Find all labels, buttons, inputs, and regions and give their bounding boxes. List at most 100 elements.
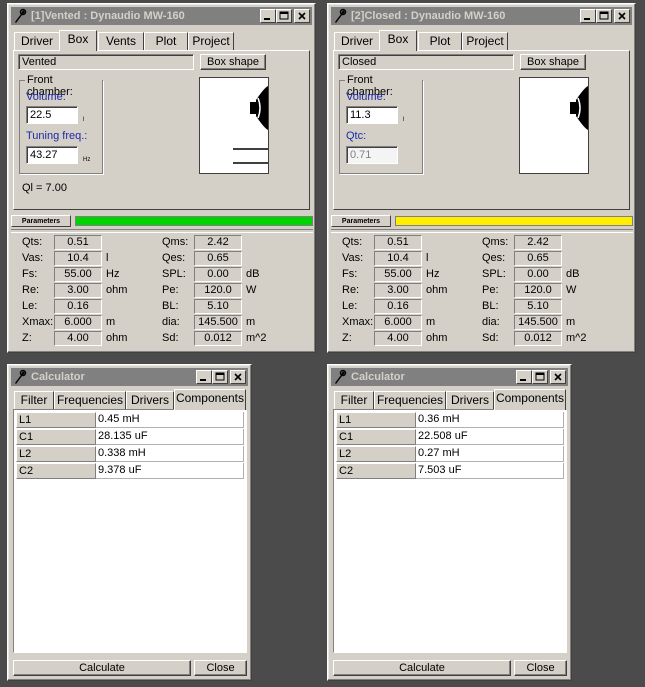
closed-box-window: [2]Closed : Dynaudio MW-160 Driver Box P… bbox=[327, 3, 636, 353]
param-label-bl: BL: bbox=[162, 300, 179, 312]
close-button[interactable] bbox=[614, 9, 630, 23]
component-row[interactable]: C1 22.508 uF bbox=[336, 429, 564, 446]
component-value: 22.508 uF bbox=[416, 429, 564, 445]
closed-box-diagram bbox=[570, 86, 588, 130]
param-value-xmax: 6.000 bbox=[54, 315, 102, 330]
param-unit-sd: m^2 bbox=[246, 332, 267, 344]
close-button[interactable] bbox=[230, 370, 246, 384]
param-unit-dia: m bbox=[246, 316, 256, 328]
component-row[interactable]: C2 9.378 uF bbox=[16, 463, 244, 480]
param-label-xmax: Xmax: bbox=[342, 316, 374, 328]
title-bar[interactable]: [1]Vented : Dynaudio MW-160 bbox=[11, 7, 312, 25]
tab-frequencies[interactable]: Frequencies bbox=[374, 391, 446, 409]
minimize-button[interactable] bbox=[260, 9, 276, 23]
window-title: [2]Closed : Dynaudio MW-160 bbox=[351, 10, 506, 22]
component-name: L2 bbox=[16, 446, 96, 462]
tab-driver[interactable]: Driver bbox=[334, 32, 380, 50]
parameters-tab[interactable]: Parameters bbox=[11, 215, 71, 227]
box-shape-button[interactable]: Box shape bbox=[520, 54, 586, 70]
maximize-button[interactable] bbox=[212, 370, 228, 384]
close-button[interactable] bbox=[550, 370, 566, 384]
divider bbox=[11, 229, 313, 233]
tab-frequencies[interactable]: Frequencies bbox=[54, 391, 126, 409]
tab-filter[interactable]: Filter bbox=[14, 391, 54, 409]
calculate-button[interactable]: Calculate bbox=[13, 660, 191, 676]
tab-plot[interactable]: Plot bbox=[418, 32, 462, 50]
tab-vents[interactable]: Vents bbox=[98, 32, 144, 50]
minimize-button[interactable] bbox=[196, 370, 212, 384]
param-value-qes: 0.65 bbox=[514, 251, 562, 266]
components-list[interactable]: L1 0.45 mH C1 28.135 uF L2 0.338 mH C2 9.378 uF bbox=[13, 409, 247, 653]
box-type-field[interactable]: Vented bbox=[18, 54, 194, 70]
maximize-button[interactable] bbox=[276, 9, 292, 23]
qtc-label: Qtc: bbox=[346, 130, 367, 142]
close-dialog-button[interactable]: Close bbox=[194, 660, 247, 676]
param-unit-pe: W bbox=[566, 284, 577, 296]
minimize-button[interactable] bbox=[516, 370, 532, 384]
title-bar[interactable]: [2]Closed : Dynaudio MW-160 bbox=[331, 7, 632, 25]
minimize-button[interactable] bbox=[580, 9, 596, 23]
tab-project[interactable]: Project bbox=[462, 32, 508, 50]
close-button[interactable] bbox=[294, 9, 310, 23]
tab-components[interactable]: Components bbox=[494, 389, 566, 410]
param-value-bl: 5.10 bbox=[514, 299, 562, 314]
param-label-pe: Pe: bbox=[482, 284, 499, 296]
volume-input[interactable]: 22.5 bbox=[26, 106, 78, 124]
param-label-qts: Qts: bbox=[342, 236, 363, 248]
title-bar[interactable]: Calculator bbox=[331, 368, 568, 386]
param-label-vas: Vas: bbox=[22, 252, 44, 264]
component-value: 7.503 uF bbox=[416, 463, 564, 479]
tab-project[interactable]: Project bbox=[188, 32, 234, 50]
tab-filter[interactable]: Filter bbox=[334, 391, 374, 409]
parameters-strip: Parameters bbox=[11, 215, 313, 227]
parameters-strip: Parameters bbox=[331, 215, 633, 227]
box-type-field[interactable]: Closed bbox=[338, 54, 514, 70]
volume-unit: l bbox=[403, 117, 405, 123]
tuning-freq-input[interactable]: 43.27 bbox=[26, 146, 78, 164]
volume-input[interactable]: 11.3 bbox=[346, 106, 398, 124]
components-list[interactable]: L1 0.36 mH C1 22.508 uF L2 0.27 mH C2 7.503 uF bbox=[333, 409, 567, 653]
component-row[interactable]: C1 28.135 uF bbox=[16, 429, 244, 446]
param-label-qts: Qts: bbox=[22, 236, 43, 248]
param-value-bl: 5.10 bbox=[194, 299, 242, 314]
param-value-dia: 145.500 bbox=[194, 315, 242, 330]
minimize-icon bbox=[264, 18, 270, 20]
param-label-re: Re: bbox=[22, 284, 40, 296]
minimize-icon bbox=[200, 379, 206, 381]
component-name: L1 bbox=[336, 412, 416, 428]
maximize-button[interactable] bbox=[532, 370, 548, 384]
progress-fill bbox=[396, 217, 632, 225]
title-bar[interactable]: Calculator bbox=[11, 368, 248, 386]
param-unit-z: ohm bbox=[426, 332, 448, 344]
speaker-wrench-icon bbox=[15, 369, 27, 384]
param-label-dia: dia: bbox=[482, 316, 500, 328]
param-unit-z: ohm bbox=[106, 332, 128, 344]
tab-box[interactable]: Box bbox=[59, 30, 97, 51]
qtc-input[interactable]: 0.71 bbox=[346, 146, 398, 164]
component-row[interactable]: L1 0.45 mH bbox=[16, 412, 244, 429]
tab-plot[interactable]: Plot bbox=[144, 32, 188, 50]
parameters-tab[interactable]: Parameters bbox=[331, 215, 391, 227]
box-shape-button[interactable]: Box shape bbox=[200, 54, 266, 70]
param-value-fs: 55.00 bbox=[374, 267, 422, 282]
close-dialog-button[interactable]: Close bbox=[514, 660, 567, 676]
component-row[interactable]: L2 0.27 mH bbox=[336, 446, 564, 463]
param-value-dia: 145.500 bbox=[514, 315, 562, 330]
maximize-icon bbox=[535, 372, 545, 381]
param-value-qms: 2.42 bbox=[514, 235, 562, 250]
calculate-button[interactable]: Calculate bbox=[333, 660, 511, 676]
status-progress-bar bbox=[75, 216, 313, 226]
tab-driver[interactable]: Driver bbox=[14, 32, 60, 50]
component-row[interactable]: L1 0.36 mH bbox=[336, 412, 564, 429]
tab-box[interactable]: Box bbox=[379, 30, 417, 51]
maximize-icon bbox=[215, 372, 225, 381]
box-shape-drawing bbox=[199, 77, 269, 174]
component-row[interactable]: L2 0.338 mH bbox=[16, 446, 244, 463]
speaker-wrench-icon bbox=[335, 369, 347, 384]
tab-drivers[interactable]: Drivers bbox=[446, 391, 494, 409]
component-row[interactable]: C2 7.503 uF bbox=[336, 463, 564, 480]
tab-components[interactable]: Components bbox=[174, 389, 246, 410]
param-unit-vas: l bbox=[106, 252, 109, 264]
maximize-button[interactable] bbox=[596, 9, 612, 23]
tab-drivers[interactable]: Drivers bbox=[126, 391, 174, 409]
